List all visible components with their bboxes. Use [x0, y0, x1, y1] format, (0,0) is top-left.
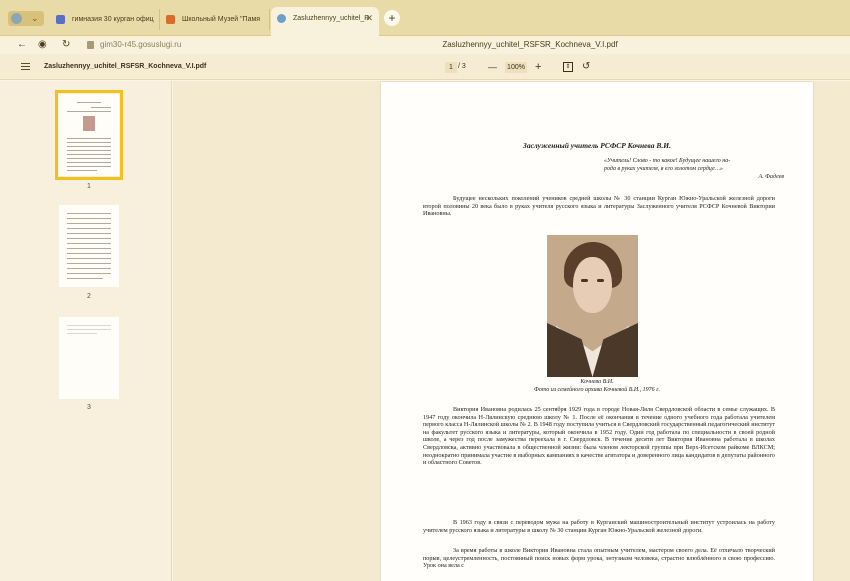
- epigraph-author: А. Фадеев: [758, 174, 784, 180]
- intro-paragraph: Будущее нескольких поколений учеников ср…: [423, 195, 775, 218]
- portrait-photo: [547, 235, 638, 377]
- tab-gymnasium[interactable]: гимназия 30 курган офиц: [50, 9, 160, 30]
- pdf-viewer[interactable]: Заслуженный учитель РСФСР Кочнева В.И. «…: [173, 81, 850, 581]
- url-field[interactable]: gim30-r45.gosuslugi.ru: [100, 36, 181, 54]
- thumb-text-line: [67, 233, 111, 234]
- bio-paragraph-3: За время работы в школе Виктория Ивановн…: [423, 547, 775, 570]
- thumb-text-line: [67, 213, 111, 214]
- thumb-text-line: [67, 268, 111, 269]
- bio-paragraph-1: Виктория Ивановна родилась 25 сентября 1…: [423, 406, 775, 467]
- tab-label: Школьный Музей "Памя: [182, 16, 261, 23]
- pdf-toolbar: Zasluzhennyy_uchitel_RSFSR_Kochneva_V.I.…: [0, 54, 850, 80]
- thumb-photo: [83, 116, 95, 131]
- thumb-text-line: [67, 228, 111, 229]
- tab-label: Zasluzhennyy_uchitel_R: [293, 15, 370, 22]
- thumb-text-line: [67, 166, 111, 167]
- menu-icon[interactable]: [21, 63, 30, 70]
- thumb-text-line: [67, 263, 111, 264]
- page-thumbnail-1[interactable]: [55, 90, 123, 180]
- lock-icon[interactable]: [87, 41, 94, 49]
- thumb-text-line: [67, 258, 111, 259]
- thumb-text-line: [67, 170, 97, 171]
- thumbnail-sidebar: 1 2 3: [0, 81, 172, 581]
- tab-label: гимназия 30 курган офиц: [72, 16, 154, 23]
- address-bar: ← ◉ ↻ gim30-r45.gosuslugi.ru Zasluzhenny…: [0, 36, 850, 54]
- page-thumbnail-2[interactable]: [59, 205, 119, 287]
- thumb-text-line: [67, 325, 111, 326]
- thumb-text-line: [67, 333, 97, 334]
- thumb-text-line: [67, 248, 111, 249]
- thumb-text-line: [67, 162, 111, 163]
- tab-strip: ⌄ гимназия 30 курган офиц Школьный Музей…: [0, 0, 850, 36]
- thumb-text-line: [67, 158, 111, 159]
- thumb-text-line: [91, 107, 111, 108]
- workspace-icon: [11, 13, 22, 24]
- thumb-text-line: [67, 253, 111, 254]
- zoom-out-button[interactable]: —: [488, 54, 497, 80]
- tab-school-museum[interactable]: Школьный Музей "Памя: [160, 9, 270, 30]
- page-number-input[interactable]: 1: [445, 62, 457, 73]
- new-tab-button[interactable]: +: [384, 10, 400, 26]
- page-title: Zasluzhennyy_uchitel_RSFSR_Kochneva_V.I.…: [442, 40, 618, 49]
- thumbnail-label: 1: [87, 183, 91, 190]
- thumbnail-label: 2: [87, 293, 91, 300]
- zoom-in-button[interactable]: +: [535, 54, 541, 80]
- thumb-text-line: [67, 329, 111, 330]
- thumb-text-line: [67, 154, 111, 155]
- zoom-input[interactable]: 100%: [505, 62, 527, 73]
- tab-actions-button[interactable]: ⌄: [8, 11, 44, 26]
- profile-icon[interactable]: ◉: [38, 36, 47, 54]
- thumb-text-line: [67, 238, 111, 239]
- epigraph-line: рода в руках учителя, в его золотом серд…: [604, 166, 723, 172]
- photo-caption-name: Кочнева В.И.: [580, 379, 614, 385]
- thumb-text-line: [77, 102, 101, 103]
- thumb-text-line: [67, 111, 111, 112]
- thumb-text-line: [67, 243, 111, 244]
- page-total: / 3: [458, 63, 466, 70]
- thumb-text-line: [67, 278, 103, 279]
- photo-caption-source: Фото из семейного архива Кочневой В.И., …: [534, 387, 660, 393]
- bio-paragraph-2: В 1963 году в связи с переводом мужа на …: [423, 519, 775, 534]
- thumb-text-line: [67, 142, 111, 143]
- site-favicon-icon: [56, 15, 65, 24]
- document-title: Заслуженный учитель РСФСР Кочнева В.И.: [523, 141, 671, 150]
- page-thumbnail-3[interactable]: [59, 317, 119, 399]
- thumb-text-line: [67, 150, 111, 151]
- tab-pdf-active[interactable]: Zasluzhennyy_uchitel_R ✕: [271, 7, 379, 36]
- thumb-text-line: [67, 138, 111, 139]
- epigraph: «Учитель! Слово - то какое! Будущее наше…: [604, 157, 784, 181]
- thumb-text-line: [67, 273, 111, 274]
- fit-page-icon[interactable]: ⇕: [563, 62, 573, 72]
- pdf-page: Заслуженный учитель РСФСР Кочнева В.И. «…: [381, 82, 813, 581]
- epigraph-line: «Учитель! Слово - то какое! Будущее наше…: [604, 158, 731, 164]
- thumb-text-line: [67, 223, 111, 224]
- close-icon[interactable]: ✕: [365, 7, 373, 30]
- site-favicon-icon: [277, 14, 286, 23]
- document-name: Zasluzhennyy_uchitel_RSFSR_Kochneva_V.I.…: [44, 63, 207, 70]
- reload-icon[interactable]: ↻: [62, 36, 70, 54]
- thumb-text-line: [67, 218, 111, 219]
- back-arrow-icon[interactable]: ←: [17, 36, 27, 54]
- chevron-down-icon: ⌄: [31, 13, 39, 23]
- site-favicon-icon: [166, 15, 175, 24]
- thumbnail-label: 3: [87, 404, 91, 411]
- browser-window: ⌄ гимназия 30 курган офиц Школьный Музей…: [0, 0, 850, 581]
- rotate-icon[interactable]: ↺: [582, 54, 590, 80]
- thumb-text-line: [67, 146, 111, 147]
